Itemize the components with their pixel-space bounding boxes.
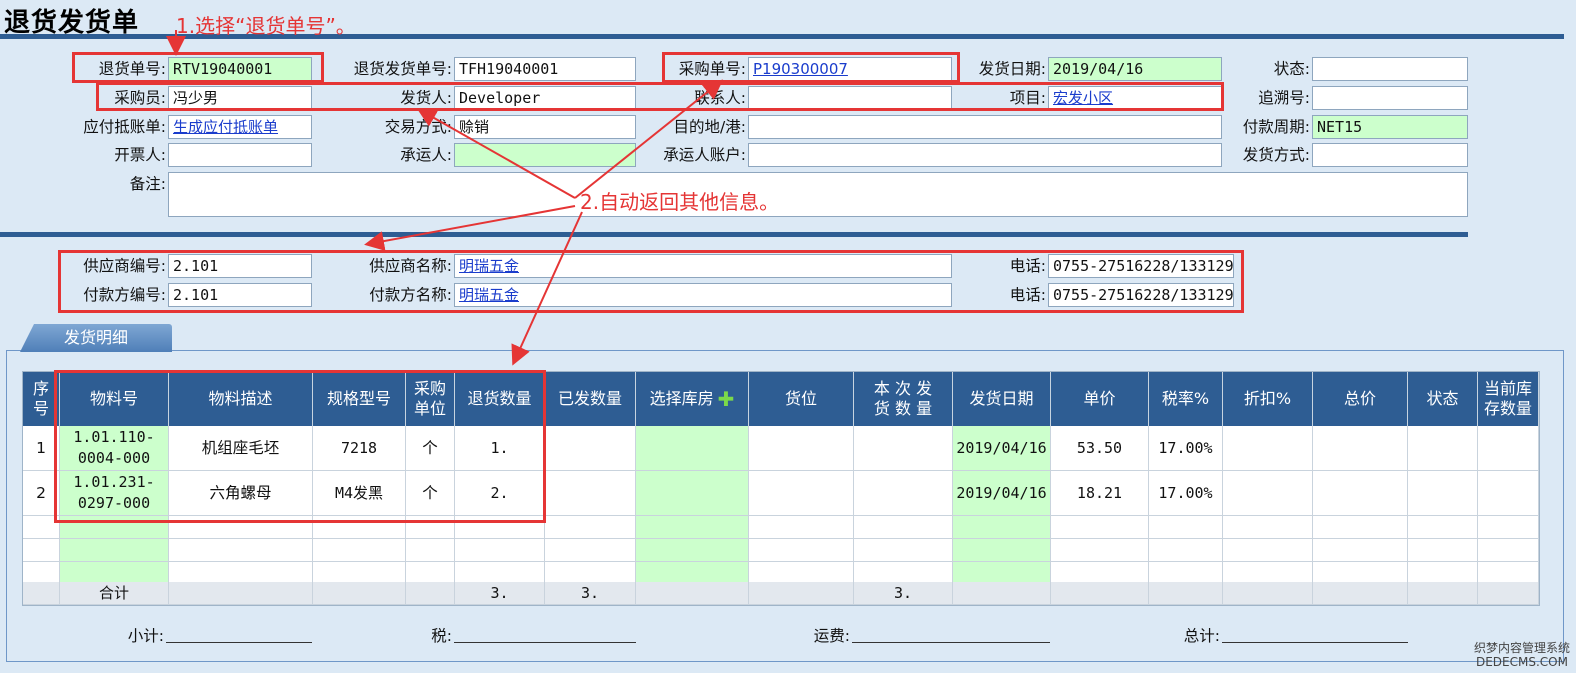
annotation-step2: 2.自动返回其他信息。 <box>580 190 780 214</box>
watermark-line2: DEDECMS.COM <box>1475 655 1568 669</box>
watermark: 织梦内容管理系统 DEDECMS.COM <box>1474 641 1570 669</box>
annotation-arrows <box>166 30 724 366</box>
watermark-line1: 织梦内容管理系统 <box>1473 641 1570 655</box>
annotation-step1: 1.选择“退货单号”。 <box>176 14 356 38</box>
